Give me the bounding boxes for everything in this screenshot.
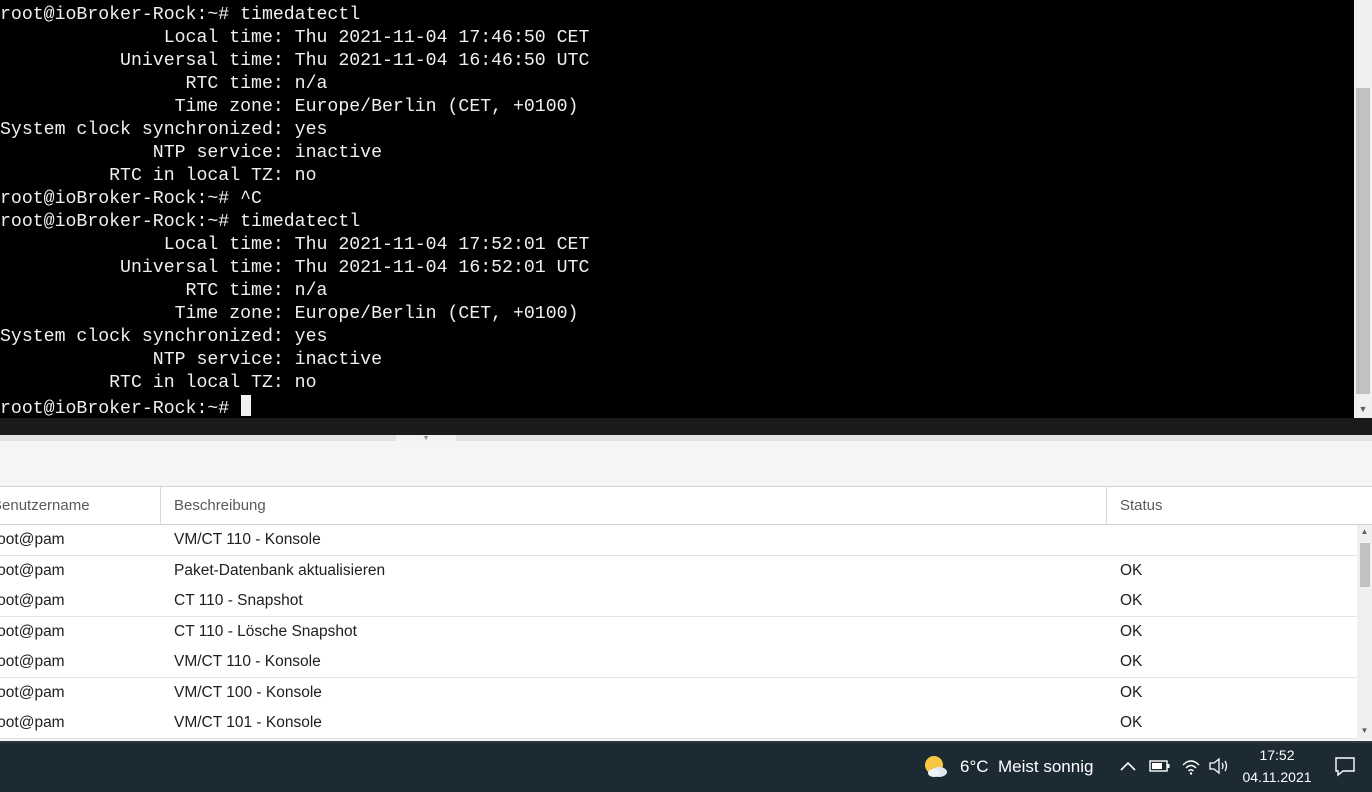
table-row[interactable]: root@pam Paket-Datenbank aktualisieren O…	[0, 556, 1357, 587]
column-header-description[interactable]: Beschreibung	[174, 487, 1074, 524]
terminal-line: Local time: Thu 2021-11-04 17:52:01 CET	[0, 235, 590, 255]
terminal-line: RTC time: n/a	[0, 281, 328, 301]
cell-status: OK	[1120, 592, 1143, 609]
task-grid-header: Benutzername Beschreibung Status	[0, 487, 1357, 525]
clock-time[interactable]: 17:52	[1240, 746, 1314, 765]
table-row[interactable]: root@pam CT 110 - Snapshot OK	[0, 586, 1357, 617]
windows-taskbar: 6°C Meist sonnig 17:52 04.11.2021	[0, 741, 1372, 792]
terminal-footer	[0, 418, 1372, 435]
column-header-user[interactable]: Benutzername	[0, 487, 158, 524]
cell-status: OK	[1120, 714, 1143, 731]
terminal-console[interactable]: root@ioBroker-Rock:~# timedatectl Local …	[0, 0, 1354, 418]
task-grid-scrollbar[interactable]: ▲ ▼	[1357, 525, 1372, 739]
terminal-line: root@ioBroker-Rock:~# timedatectl	[0, 5, 361, 25]
table-row[interactable]: root@pam VM/CT 110 - Konsole OK	[0, 647, 1357, 678]
cell-user: root@pam	[0, 714, 65, 731]
cell-description: CT 110 - Snapshot	[174, 592, 303, 609]
cell-description: VM/CT 110 - Konsole	[174, 531, 321, 548]
table-row[interactable]: root@pam CT 110 - Lösche Snapshot OK	[0, 617, 1357, 648]
column-header-status[interactable]: Status	[1120, 487, 1320, 524]
cell-description: VM/CT 101 - Konsole	[174, 714, 322, 731]
terminal-line: RTC time: n/a	[0, 74, 328, 94]
weather-condition[interactable]: Meist sonnig	[998, 756, 1093, 778]
terminal-prompt: root@ioBroker-Rock:~#	[0, 399, 241, 418]
weather-temperature[interactable]: 6°C	[960, 756, 989, 778]
terminal-line: Universal time: Thu 2021-11-04 16:46:50 …	[0, 51, 590, 71]
cell-status: OK	[1120, 623, 1143, 640]
cell-status	[1120, 525, 1320, 555]
partly-sunny-icon[interactable]	[922, 753, 950, 781]
terminal-line: System clock synchronized: yes	[0, 120, 328, 140]
cell-user: root@pam	[0, 623, 65, 640]
grid-header-filler	[1357, 487, 1372, 525]
table-row[interactable]: root@pam VM/CT 110 - Konsole	[0, 525, 1357, 556]
terminal-line: NTP service: inactive	[0, 350, 382, 370]
terminal-line: NTP service: inactive	[0, 143, 382, 163]
terminal-line: RTC in local TZ: no	[0, 166, 317, 186]
terminal-output: root@ioBroker-Rock:~# timedatectl Local …	[0, 4, 589, 418]
cell-user: root@pam	[0, 562, 65, 579]
terminal-line: Time zone: Europe/Berlin (CET, +0100)	[0, 304, 579, 324]
terminal-line: Universal time: Thu 2021-11-04 16:52:01 …	[0, 258, 590, 278]
terminal-line: Local time: Thu 2021-11-04 17:46:50 CET	[0, 28, 590, 48]
terminal-line: RTC in local TZ: no	[0, 373, 317, 393]
volume-icon[interactable]	[1207, 754, 1231, 778]
battery-icon[interactable]	[1148, 754, 1172, 778]
scroll-up-arrow-icon[interactable]: ▲	[1357, 527, 1372, 537]
task-log-panel: Benutzername Beschreibung Status root@pa…	[0, 441, 1372, 741]
table-row[interactable]: root@pam VM/CT 101 - Konsole OK	[0, 708, 1357, 739]
terminal-line: root@ioBroker-Rock:~# ^C	[0, 189, 262, 209]
task-panel-toolbar	[0, 441, 1372, 487]
cell-description: Paket-Datenbank aktualisieren	[174, 562, 386, 579]
task-grid-body: root@pam VM/CT 110 - Konsole root@pam Pa…	[0, 525, 1357, 739]
cell-description: VM/CT 110 - Konsole	[174, 653, 321, 670]
cell-description: VM/CT 100 - Konsole	[174, 684, 322, 701]
column-separator[interactable]	[1106, 487, 1107, 524]
terminal-line: System clock synchronized: yes	[0, 327, 328, 347]
column-separator[interactable]	[160, 487, 161, 524]
scroll-down-arrow-icon[interactable]: ▼	[1357, 726, 1372, 736]
cell-status: OK	[1120, 562, 1143, 579]
cell-status: OK	[1120, 653, 1143, 670]
terminal-scrollbar[interactable]: ▼	[1354, 0, 1372, 418]
chevron-up-icon[interactable]	[1118, 754, 1138, 778]
scroll-down-arrow-icon[interactable]: ▼	[1354, 402, 1372, 416]
cell-user: root@pam	[0, 592, 65, 609]
terminal-prompt-line[interactable]: root@ioBroker-Rock:~#	[0, 395, 589, 418]
cell-user: root@pam	[0, 531, 65, 548]
terminal-cursor	[241, 395, 252, 416]
terminal-scrollbar-thumb[interactable]	[1356, 88, 1370, 394]
taskbar-border	[0, 741, 1372, 743]
wifi-icon[interactable]	[1180, 754, 1202, 778]
task-grid-scrollbar-thumb[interactable]	[1360, 543, 1370, 587]
cell-user: root@pam	[0, 653, 65, 670]
cell-user: root@pam	[0, 684, 65, 701]
terminal-line: Time zone: Europe/Berlin (CET, +0100)	[0, 97, 579, 117]
notification-icon[interactable]	[1333, 754, 1357, 778]
terminal-line: root@ioBroker-Rock:~# timedatectl	[0, 212, 361, 232]
cell-description: CT 110 - Lösche Snapshot	[174, 623, 357, 640]
clock-date[interactable]: 04.11.2021	[1240, 768, 1314, 787]
table-row[interactable]: root@pam VM/CT 100 - Konsole OK	[0, 678, 1357, 709]
cell-status: OK	[1120, 684, 1143, 701]
